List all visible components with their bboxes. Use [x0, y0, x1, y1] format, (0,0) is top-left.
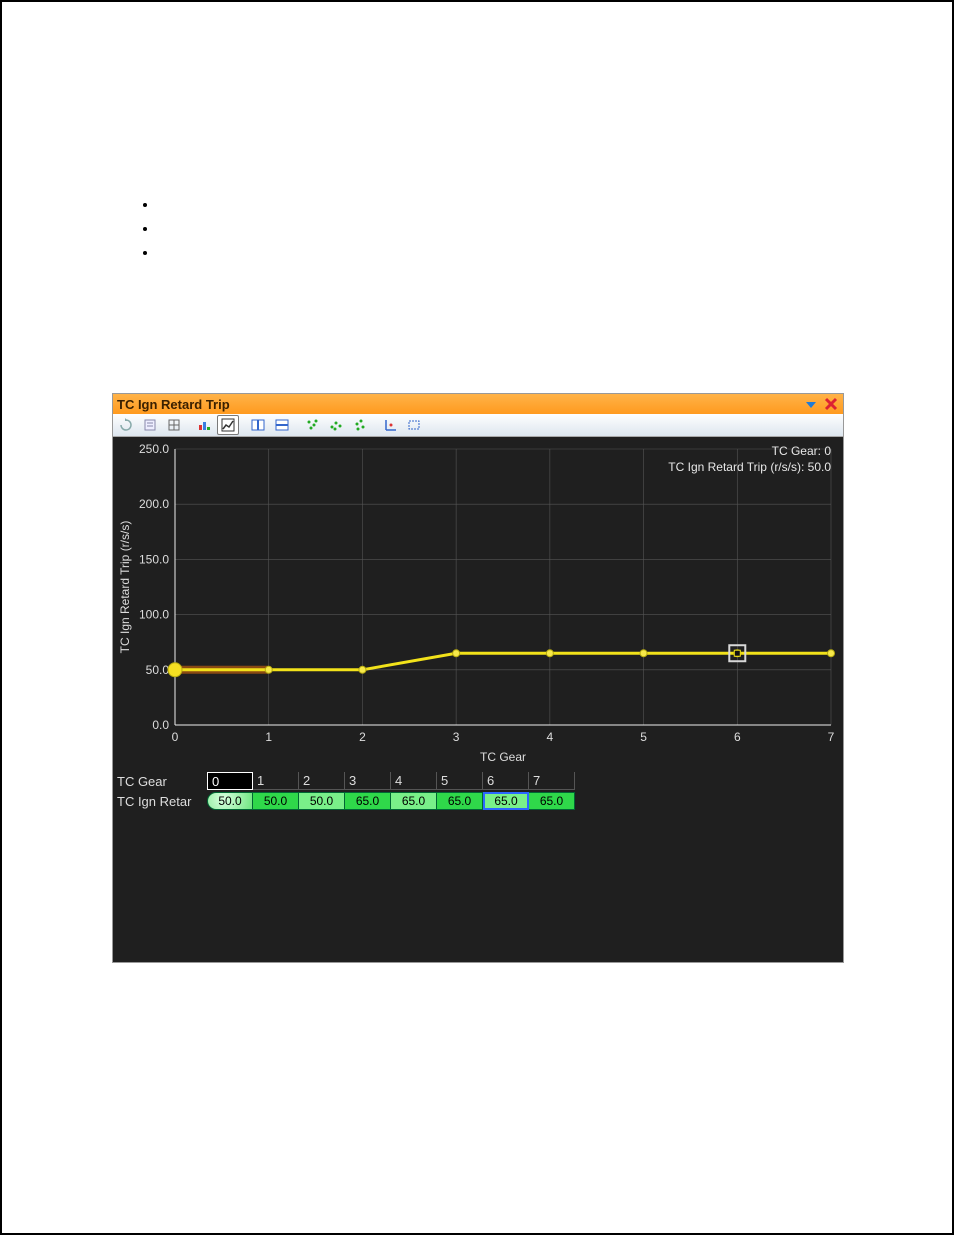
svg-text:150.0: 150.0 — [139, 552, 169, 566]
table-header-cell[interactable]: 0 — [207, 772, 253, 790]
x-row-label: TC Gear — [117, 774, 207, 789]
svg-text:50.0: 50.0 — [146, 663, 170, 677]
table-value-cell[interactable]: 50.0 — [299, 792, 345, 810]
close-icon[interactable] — [823, 396, 839, 412]
chart-overlay: TC Gear: 0 TC Ign Retard Trip (r/s/s): 5… — [668, 443, 831, 475]
panel: TC Ign Retard Trip 0.050.0100.0150.0200.… — [112, 393, 844, 963]
table-header-cell[interactable]: 3 — [345, 772, 391, 790]
minimize-icon[interactable] — [803, 396, 819, 412]
split-v-icon[interactable] — [271, 415, 293, 435]
scatter1-icon[interactable] — [301, 415, 323, 435]
table-header-cell[interactable]: 2 — [299, 772, 345, 790]
chart-icon[interactable] — [217, 415, 239, 435]
svg-text:0: 0 — [172, 730, 179, 744]
panel-titlebar[interactable]: TC Ign Retard Trip — [113, 394, 843, 414]
scatter2-icon[interactable] — [325, 415, 347, 435]
table-header-row: TC Gear 01234567 — [117, 771, 841, 791]
svg-text:7: 7 — [828, 730, 835, 744]
table-value-cell[interactable]: 50.0 — [207, 792, 253, 810]
grid-icon[interactable] — [163, 415, 185, 435]
select-icon[interactable] — [403, 415, 425, 435]
toolbar — [113, 414, 843, 437]
scatter3-icon[interactable] — [349, 415, 371, 435]
svg-text:100.0: 100.0 — [139, 608, 169, 622]
table-header-cell[interactable]: 4 — [391, 772, 437, 790]
svg-text:6: 6 — [734, 730, 741, 744]
svg-text:TC Ign Retard Trip (r/s/s): TC Ign Retard Trip (r/s/s) — [118, 521, 132, 654]
table-header-cell[interactable]: 5 — [437, 772, 483, 790]
table-value-cell[interactable]: 65.0 — [437, 792, 483, 810]
svg-text:1: 1 — [265, 730, 272, 744]
svg-text:0.0: 0.0 — [152, 718, 169, 732]
table-header-cell[interactable]: 7 — [529, 772, 575, 790]
table-value-cell[interactable]: 65.0 — [529, 792, 575, 810]
svg-text:TC Gear: TC Gear — [480, 750, 526, 764]
table-value-cell[interactable]: 65.0 — [345, 792, 391, 810]
svg-text:4: 4 — [547, 730, 554, 744]
svg-text:2: 2 — [359, 730, 366, 744]
split-h-icon[interactable] — [247, 415, 269, 435]
svg-text:3: 3 — [453, 730, 460, 744]
table-value-row: TC Ign Retar 50.050.050.065.065.065.065.… — [117, 791, 841, 811]
table-header-cell[interactable]: 6 — [483, 772, 529, 790]
svg-text:250.0: 250.0 — [139, 442, 169, 456]
table-header-cell[interactable]: 1 — [253, 772, 299, 790]
table-value-cell[interactable]: 50.0 — [253, 792, 299, 810]
chart-area: 0.0 50.0 100.0 150.0 200.0 250.0 0 1 2 3 4 5 6 7 TC Ge… — [113, 437, 843, 767]
y-row-label: TC Ign Retar — [117, 794, 207, 809]
svg-text:5: 5 — [640, 730, 647, 744]
svg-text:200.0: 200.0 — [139, 497, 169, 511]
axis-icon[interactable] — [379, 415, 401, 435]
table-value-cell[interactable]: 65.0 — [483, 792, 529, 810]
panel-title: TC Ign Retard Trip — [117, 397, 230, 412]
refresh-icon[interactable] — [115, 415, 137, 435]
bars-icon[interactable] — [193, 415, 215, 435]
overlay-line-2: TC Ign Retard Trip (r/s/s): 50.0 — [668, 459, 831, 475]
data-table: TC Gear 01234567 TC Ign Retar 50.050.050… — [113, 767, 843, 813]
note-icon[interactable] — [139, 415, 161, 435]
bullet-list — [137, 197, 157, 269]
chart-svg: 0.0 50.0 100.0 150.0 200.0 250.0 0 1 2 3 4 5 6 7 TC Ge… — [113, 437, 843, 767]
table-value-cell[interactable]: 65.0 — [391, 792, 437, 810]
overlay-line-1: TC Gear: 0 — [668, 443, 831, 459]
